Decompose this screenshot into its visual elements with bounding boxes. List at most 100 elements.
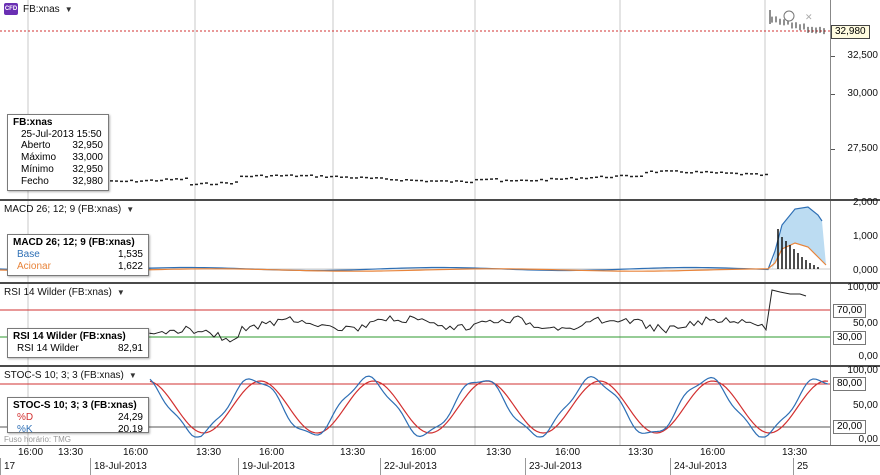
macd-info-box: MACD 26; 12; 9 (FB:xnas) Base 1,535 Acion… bbox=[7, 234, 149, 276]
price-bar bbox=[365, 176, 368, 179]
date-tick-label: 25 bbox=[797, 461, 809, 472]
price-bar bbox=[155, 180, 158, 182]
rsi-y-axis[interactable]: 100,00 50,00 0,00 bbox=[830, 282, 880, 365]
price-bar bbox=[230, 182, 233, 185]
date-separator bbox=[793, 458, 794, 475]
price-bar bbox=[115, 180, 118, 182]
y-tick: 50,00 bbox=[852, 400, 878, 411]
price-bar bbox=[240, 175, 243, 178]
price-bar bbox=[145, 179, 148, 182]
stoch-info-header: STOC-S 10; 3; 3 (FB:xnas) bbox=[13, 400, 137, 411]
price-bar bbox=[410, 179, 413, 181]
price-bar bbox=[605, 176, 608, 179]
macd-info-signal: Acionar 1,622 bbox=[17, 261, 143, 272]
rsi-pane-title[interactable]: RSI 14 Wilder (FB:xnas) ▼ bbox=[4, 287, 125, 298]
stoch-title-label: STOC-S 10; 3; 3 (FB:xnas) bbox=[4, 370, 124, 381]
time-tick-label: 13:30 bbox=[196, 447, 222, 458]
info-row-high: Máximo 33,000 bbox=[21, 152, 103, 163]
y-tick: 27,500 bbox=[847, 143, 878, 154]
price-plot[interactable]: ✕ bbox=[0, 0, 830, 199]
price-bar bbox=[220, 181, 223, 184]
price-bar bbox=[445, 180, 448, 182]
price-chart: ✕ bbox=[0, 0, 830, 199]
time-axis[interactable]: 16:00 13:30 16:00 13:30 16:00 13:30 16:00 13:30… bbox=[0, 445, 880, 475]
price-bar bbox=[600, 175, 603, 178]
price-bar bbox=[185, 177, 188, 179]
price-bar bbox=[415, 179, 418, 182]
caret-down-icon[interactable]: ▼ bbox=[117, 288, 125, 297]
stoch-info-box: STOC-S 10; 3; 3 (FB:xnas) %D 24,29 %K 20,1… bbox=[7, 397, 149, 433]
rsi-info-box: RSI 14 Wilder (FB:xnas) RSI 14 Wilder 82,… bbox=[7, 328, 149, 358]
price-bar bbox=[530, 180, 533, 182]
stoch-k-line bbox=[149, 375, 829, 438]
price-bar bbox=[610, 176, 613, 179]
price-bar bbox=[660, 170, 663, 172]
price-bar bbox=[110, 180, 113, 182]
price-bar bbox=[570, 176, 573, 179]
price-pane-title[interactable]: CFD FB:xnas ▼ bbox=[4, 3, 73, 15]
price-bar bbox=[335, 175, 338, 178]
price-bar bbox=[655, 171, 658, 174]
price-bar bbox=[195, 183, 198, 186]
caret-down-icon[interactable]: ▼ bbox=[65, 5, 73, 14]
price-bar bbox=[200, 182, 203, 185]
stoch-pane-title[interactable]: STOC-S 10; 3; 3 (FB:xnas) ▼ bbox=[4, 370, 137, 381]
time-tick-label: 16:00 bbox=[123, 447, 149, 458]
price-bar bbox=[705, 170, 708, 173]
price-bar bbox=[205, 182, 208, 184]
price-bar bbox=[685, 171, 688, 174]
price-bar bbox=[380, 177, 383, 179]
rsi-line bbox=[149, 289, 807, 343]
price-bar bbox=[475, 178, 478, 181]
price-bar bbox=[260, 174, 263, 177]
date-separator bbox=[90, 458, 91, 475]
macd-fill bbox=[772, 207, 826, 269]
price-bar bbox=[615, 175, 618, 177]
ohlc-info-box: FB:xnas 25-Jul-2013 15:50 Aberto 32,950 M… bbox=[7, 114, 109, 191]
macd-info-base: Base 1,535 bbox=[17, 249, 143, 260]
y-tick: 2,000 bbox=[852, 197, 878, 208]
price-bar bbox=[385, 178, 388, 180]
tick-mark bbox=[831, 149, 835, 150]
price-bar bbox=[485, 178, 488, 181]
stoch-level-20-tag: 20,00 bbox=[833, 420, 867, 434]
price-bar bbox=[590, 176, 593, 179]
price-bar bbox=[675, 170, 678, 172]
price-bar bbox=[395, 179, 398, 181]
price-bar bbox=[310, 174, 313, 176]
date-separator bbox=[525, 458, 526, 475]
macd-pane-title[interactable]: MACD 26; 12; 9 (FB:xnas) ▼ bbox=[4, 204, 134, 215]
caret-down-icon[interactable]: ▼ bbox=[126, 205, 134, 214]
time-tick-label: 13:30 bbox=[782, 447, 808, 458]
price-bar bbox=[625, 174, 628, 177]
price-bar bbox=[690, 172, 693, 174]
price-bar bbox=[580, 177, 583, 179]
price-bar bbox=[120, 180, 123, 183]
price-bar bbox=[515, 179, 518, 182]
stoch-info-k: %K 20,19 bbox=[17, 424, 143, 433]
time-tick-label: 13:30 bbox=[58, 447, 84, 458]
price-bar bbox=[560, 178, 563, 180]
caret-down-icon[interactable]: ▼ bbox=[129, 371, 137, 380]
price-bar bbox=[360, 176, 363, 178]
price-bar bbox=[720, 171, 723, 174]
price-bar bbox=[750, 173, 753, 175]
price-bar bbox=[305, 174, 308, 177]
price-bar bbox=[740, 173, 743, 176]
price-bar bbox=[375, 177, 378, 179]
price-bar bbox=[390, 179, 393, 181]
price-bar bbox=[345, 176, 348, 178]
price-bar bbox=[700, 171, 703, 174]
y-tick: 32,500 bbox=[847, 50, 878, 61]
price-bar bbox=[550, 177, 553, 180]
info-row-close: Fecho 32,980 bbox=[21, 176, 103, 187]
price-bar bbox=[480, 178, 483, 181]
price-bar bbox=[635, 175, 638, 178]
price-bar bbox=[300, 174, 303, 177]
macd-y-axis[interactable]: 2,000 1,000 0,000 bbox=[830, 197, 880, 282]
price-bar bbox=[520, 179, 523, 181]
date-tick-label: 19-Jul-2013 bbox=[242, 461, 295, 472]
macd-pane: MACD 26; 12; 9 (FB:xnas) ▼ 2,000 1,000 0… bbox=[0, 197, 880, 282]
price-bar bbox=[255, 174, 258, 177]
time-tick-label: 13:30 bbox=[628, 447, 654, 458]
